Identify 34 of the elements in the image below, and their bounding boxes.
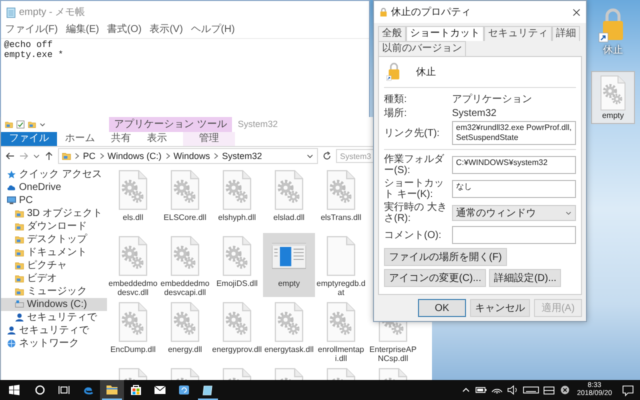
file-name: embeddedmodesvcapi.dll [160, 279, 210, 297]
file-name: elslad.dll [272, 213, 306, 222]
window-title: empty - メモ帳 [19, 6, 86, 19]
file-name: ELSCore.dll [162, 213, 208, 222]
file-name: energyprov.dll [212, 345, 262, 354]
field-label: 作業フォルダー(S): [384, 154, 446, 176]
file-name: enrollmentapi.dll [316, 345, 366, 363]
window-title: 休止のプロパティ [391, 6, 471, 19]
file-name: energytask.dll [264, 345, 314, 354]
text-line: @echo off [4, 40, 54, 50]
file-name: embeddedmodesvc.dll [108, 279, 158, 297]
file-name: EncDump.dll [109, 345, 157, 354]
file-name: emptyregdb.dat [316, 279, 366, 297]
field-label: 種類: [384, 94, 408, 104]
field-value: System32 [452, 108, 496, 119]
file-name: empty [277, 279, 301, 288]
icon-label: 休止 [603, 44, 623, 57]
field-label: 場所: [384, 108, 408, 119]
tool-group-label: アプリケーション ツール [109, 117, 232, 132]
file-name: elshyph.dll [217, 213, 257, 222]
file-name: els.dll [122, 213, 144, 222]
file-name: EmojiDS.dll [215, 279, 259, 288]
field-label: コメント(O): [384, 230, 442, 240]
field-label: 実行時の 大きさ(R): [384, 202, 448, 224]
icon-label: empty [602, 111, 624, 120]
file-name: energy.dll [166, 345, 204, 354]
field-label: ショートカット キー(K): [384, 178, 445, 200]
field-value: アプリケーション [452, 92, 532, 106]
file-name: EnterpriseAPNCsp.dll [368, 345, 418, 363]
file-name: elsTrans.dll [320, 213, 362, 222]
window-title: System32 [236, 118, 279, 131]
field-label: リンク先(T): [384, 128, 441, 138]
dialog-button: 適用(A) [534, 299, 582, 317]
text-line: empty.exe * [4, 50, 64, 60]
